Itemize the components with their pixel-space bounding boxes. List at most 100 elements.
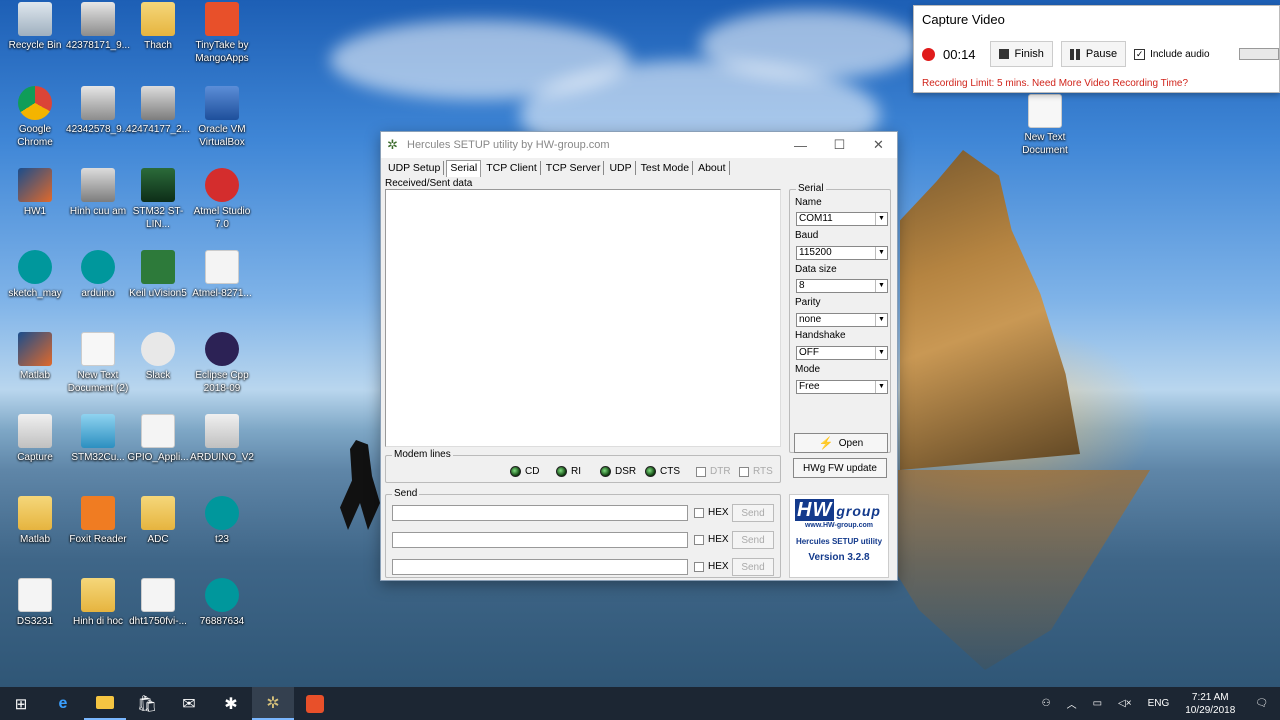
file-explorer-taskbar-button[interactable] bbox=[84, 687, 126, 720]
stop-icon bbox=[998, 49, 1009, 59]
modem-lines-label: Modem lines bbox=[392, 449, 453, 460]
desktop-icon[interactable]: Matlab bbox=[0, 332, 70, 382]
desktop-icon[interactable]: Matlab bbox=[0, 496, 70, 546]
desktop-icon[interactable]: STM32 ST-LIN... bbox=[123, 168, 193, 231]
desktop-icon[interactable]: Oracle VM VirtualBox bbox=[187, 86, 257, 149]
people-icon[interactable]: ⚇ bbox=[1034, 698, 1059, 709]
pause-icon bbox=[1069, 48, 1080, 60]
tab-udp-setup[interactable]: UDP Setup bbox=[385, 161, 445, 175]
virtualbox-icon bbox=[205, 86, 239, 120]
desktop-icon[interactable]: Capture bbox=[0, 414, 70, 464]
desktop-icon[interactable]: 76887634 bbox=[187, 578, 257, 628]
notifications-icon[interactable]: 🗨 bbox=[1243, 698, 1280, 709]
hercules-taskbar-button[interactable]: ✲ bbox=[252, 687, 294, 720]
hex-checkbox-3[interactable]: HEX bbox=[694, 561, 729, 572]
desktop-icon-label: 42474177_2... bbox=[126, 124, 190, 135]
data-size-select[interactable]: 8 ▼ bbox=[796, 279, 888, 293]
hex-label: HEX bbox=[708, 507, 729, 518]
folder-icon bbox=[141, 496, 175, 530]
fw-update-button[interactable]: HWg FW update bbox=[793, 458, 887, 478]
hercules-icon: ✲ bbox=[266, 694, 280, 712]
tinytake-taskbar-button[interactable] bbox=[294, 687, 336, 720]
desktop-icon[interactable]: TinyTake by MangoApps bbox=[187, 2, 257, 65]
desktop-icon[interactable]: GPIO_Appli... bbox=[123, 414, 193, 464]
desktop-icon[interactable]: Slack bbox=[123, 332, 193, 382]
printer-icon bbox=[81, 86, 115, 120]
desktop-icon-label: Thach bbox=[144, 40, 172, 51]
store-icon: 🛍 bbox=[136, 695, 158, 713]
desktop-icon[interactable]: sketch_may bbox=[0, 250, 70, 300]
desktop-icon[interactable]: Eclipse Cpp 2018-09 bbox=[187, 332, 257, 395]
desktop-icon[interactable]: DS3231 bbox=[0, 578, 70, 628]
send-button-1[interactable]: Send bbox=[732, 504, 774, 522]
finish-button[interactable]: Finish bbox=[989, 41, 1053, 67]
include-audio-checkbox[interactable]: ✓ Include audio bbox=[1134, 48, 1210, 60]
store-taskbar-button[interactable]: 🛍 bbox=[126, 687, 168, 720]
desktop-icon[interactable]: Thach bbox=[123, 2, 193, 52]
checkbox-box bbox=[696, 466, 706, 477]
desktop-icon[interactable]: ARDUINO_V2 bbox=[187, 414, 257, 464]
minimize-button[interactable]: — bbox=[781, 132, 820, 158]
send-group-label: Send bbox=[392, 488, 420, 499]
hw-group-logo: HW group www.HW-group.com Hercules SETUP … bbox=[789, 494, 889, 578]
logo-brand-b: group bbox=[836, 503, 881, 519]
close-button[interactable]: ✕ bbox=[859, 132, 898, 158]
recording-limit-link[interactable]: Recording Limit: 5 mins. Need More Video… bbox=[922, 78, 1188, 89]
tab-tcp-server[interactable]: TCP Server bbox=[543, 161, 605, 175]
tab-serial[interactable]: Serial bbox=[446, 159, 482, 177]
chevron-up-icon[interactable]: ︿ bbox=[1059, 696, 1085, 711]
capture-video-window: Capture Video 00:14 Finish Pause ✓ Includ… bbox=[913, 5, 1280, 93]
start-button[interactable]: ⊞ bbox=[0, 687, 42, 720]
open-label: Open bbox=[838, 437, 864, 449]
desktop-icon[interactable]: 42474177_2... bbox=[123, 86, 193, 136]
desktop-icon[interactable]: New Text Document bbox=[1010, 94, 1080, 157]
desktop-icon[interactable]: HW1 bbox=[0, 168, 70, 218]
rts-label: RTS bbox=[753, 466, 773, 477]
rts-checkbox[interactable]: RTS bbox=[739, 466, 773, 477]
pause-button[interactable]: Pause bbox=[1060, 41, 1127, 67]
desktop-icon[interactable]: Recycle Bin bbox=[0, 2, 70, 52]
volume-muted-icon[interactable]: ◁× bbox=[1110, 698, 1140, 709]
parity-select[interactable]: none ▼ bbox=[796, 313, 888, 327]
tab-udp[interactable]: UDP bbox=[606, 161, 636, 175]
chevron-down-icon: ▼ bbox=[875, 247, 887, 259]
battery-icon[interactable]: ▭ bbox=[1085, 698, 1110, 709]
send-input-1[interactable] bbox=[392, 505, 688, 521]
hex-checkbox-1[interactable]: HEX bbox=[694, 507, 729, 518]
desktop-icon[interactable]: Google Chrome bbox=[0, 86, 70, 149]
mode-select[interactable]: Free ▼ bbox=[796, 380, 888, 394]
hex-label: HEX bbox=[708, 561, 729, 572]
desktop-icon[interactable]: ADC bbox=[123, 496, 193, 546]
port-name-select[interactable]: COM11 ▼ bbox=[796, 212, 888, 226]
desktop-icon[interactable]: Atmel Studio 7.0 bbox=[187, 168, 257, 231]
handshake-select[interactable]: OFF ▼ bbox=[796, 346, 888, 360]
recording-timer: 00:14 bbox=[943, 46, 976, 62]
serial-group: Serial Name COM11 ▼ Baud 115200 ▼ Data siz… bbox=[789, 183, 891, 453]
send-button-3[interactable]: Send bbox=[732, 558, 774, 576]
language-indicator[interactable]: ENG bbox=[1140, 698, 1178, 709]
edge-taskbar-button[interactable]: e bbox=[42, 687, 84, 720]
send-input-2[interactable] bbox=[392, 532, 688, 548]
logo-brand: HW group bbox=[790, 499, 888, 522]
desktop-icon[interactable]: t23 bbox=[187, 496, 257, 546]
received-data-textarea[interactable] bbox=[385, 189, 781, 447]
tab-tcp-client[interactable]: TCP Client bbox=[483, 161, 541, 175]
send-group: Send HEX Send HEX Send HEX Send bbox=[385, 488, 781, 578]
slack-taskbar-button[interactable]: ✱ bbox=[210, 687, 252, 720]
volume-slider[interactable] bbox=[1239, 48, 1279, 60]
open-button[interactable]: ⚡ Open bbox=[794, 433, 888, 453]
hex-checkbox-2[interactable]: HEX bbox=[694, 534, 729, 545]
fw-update-label: HWg FW update bbox=[803, 462, 877, 474]
send-button-2[interactable]: Send bbox=[732, 531, 774, 549]
desktop-icon[interactable]: dht1750fvi-... bbox=[123, 578, 193, 628]
desktop-icon[interactable]: Atmel-8271... bbox=[187, 250, 257, 300]
tab-about[interactable]: About bbox=[695, 161, 730, 175]
dtr-checkbox[interactable]: DTR bbox=[696, 466, 731, 477]
baud-select[interactable]: 115200 ▼ bbox=[796, 246, 888, 260]
clock[interactable]: 7:21 AM 10/29/2018 bbox=[1177, 691, 1243, 717]
maximize-button[interactable]: ☐ bbox=[820, 132, 859, 158]
desktop-icon[interactable]: Keil uVision5 bbox=[123, 250, 193, 300]
send-input-3[interactable] bbox=[392, 559, 688, 575]
tab-test-mode[interactable]: Test Mode bbox=[638, 161, 694, 175]
mail-taskbar-button[interactable]: ✉ bbox=[168, 687, 210, 720]
